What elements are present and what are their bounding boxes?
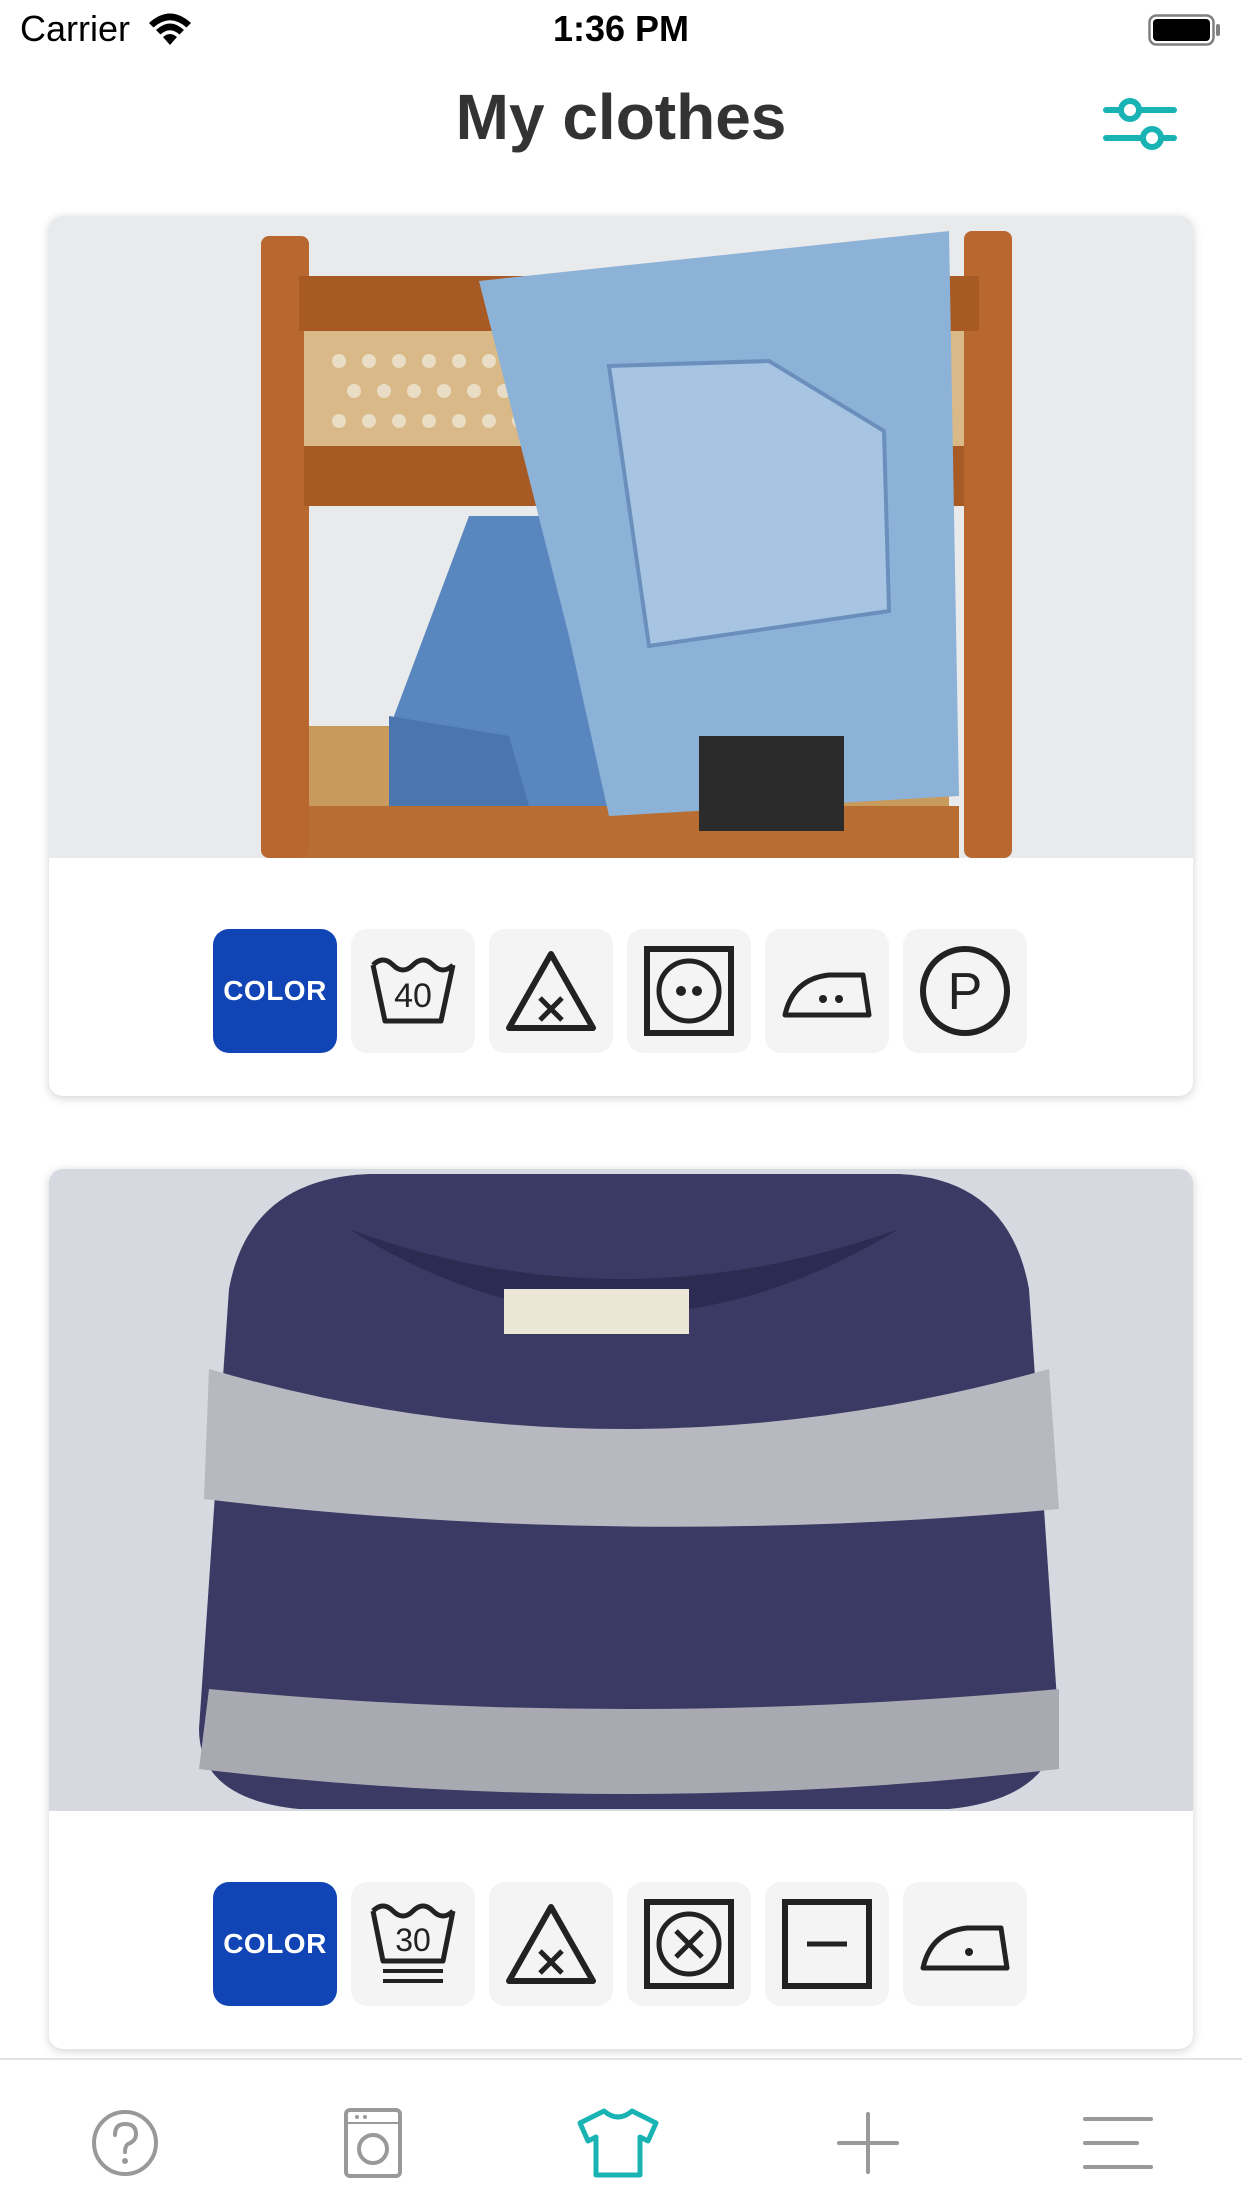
sweater-photo xyxy=(49,1169,1193,1811)
status-bar: Carrier 1:36 PM xyxy=(0,0,1242,64)
iron-low-icon[interactable] xyxy=(903,1882,1027,2006)
clothing-card-sweater[interactable]: COLOR 30 xyxy=(49,1169,1193,2049)
jeans-photo xyxy=(49,216,1193,858)
dry-clean-p-icon[interactable]: P xyxy=(903,929,1027,1053)
do-not-bleach-icon[interactable] xyxy=(489,929,613,1053)
dry-flat-icon[interactable] xyxy=(765,1882,889,2006)
battery-icon xyxy=(1148,14,1222,51)
clothes-list[interactable]: COLOR 40 P COLOR 30 xyxy=(0,200,1242,2060)
clothing-card-jeans[interactable]: COLOR 40 P xyxy=(49,216,1193,1096)
menu-icon xyxy=(1083,2117,1153,2169)
shirt-icon xyxy=(577,2108,659,2178)
do-not-tumble-dry-icon[interactable] xyxy=(627,1882,751,2006)
wash-40-icon[interactable]: 40 xyxy=(351,929,475,1053)
filter-button[interactable] xyxy=(1100,92,1180,158)
wash-30-gentle-icon[interactable]: 30 xyxy=(351,1882,475,2006)
add-icon xyxy=(837,2112,899,2174)
dry-clean-p-label: P xyxy=(948,963,983,1021)
clock-time: 1:36 PM xyxy=(552,8,690,49)
wash-40-label: 40 xyxy=(394,977,432,1015)
tab-menu[interactable] xyxy=(1073,2098,1163,2188)
tab-clothes[interactable] xyxy=(573,2098,663,2188)
tab-add[interactable] xyxy=(823,2098,913,2188)
washing-machine-icon xyxy=(344,2108,402,2178)
color-chip[interactable]: COLOR xyxy=(213,929,337,1053)
iron-medium-icon[interactable] xyxy=(765,929,889,1053)
care-symbols-row: COLOR 30 xyxy=(49,1811,1193,2049)
tab-bar xyxy=(0,2058,1242,2210)
wash-30-label: 30 xyxy=(395,1922,431,1958)
care-symbols-row: COLOR 40 P xyxy=(49,858,1193,1096)
color-chip[interactable]: COLOR xyxy=(213,1882,337,2006)
sliders-icon xyxy=(1103,98,1177,150)
help-icon xyxy=(92,2110,158,2176)
tab-help[interactable] xyxy=(80,2098,170,2188)
tumble-dry-low-icon[interactable] xyxy=(627,929,751,1053)
page-title: My clothes xyxy=(455,81,787,153)
tab-laundry[interactable] xyxy=(328,2098,418,2188)
do-not-bleach-icon[interactable] xyxy=(489,1882,613,2006)
